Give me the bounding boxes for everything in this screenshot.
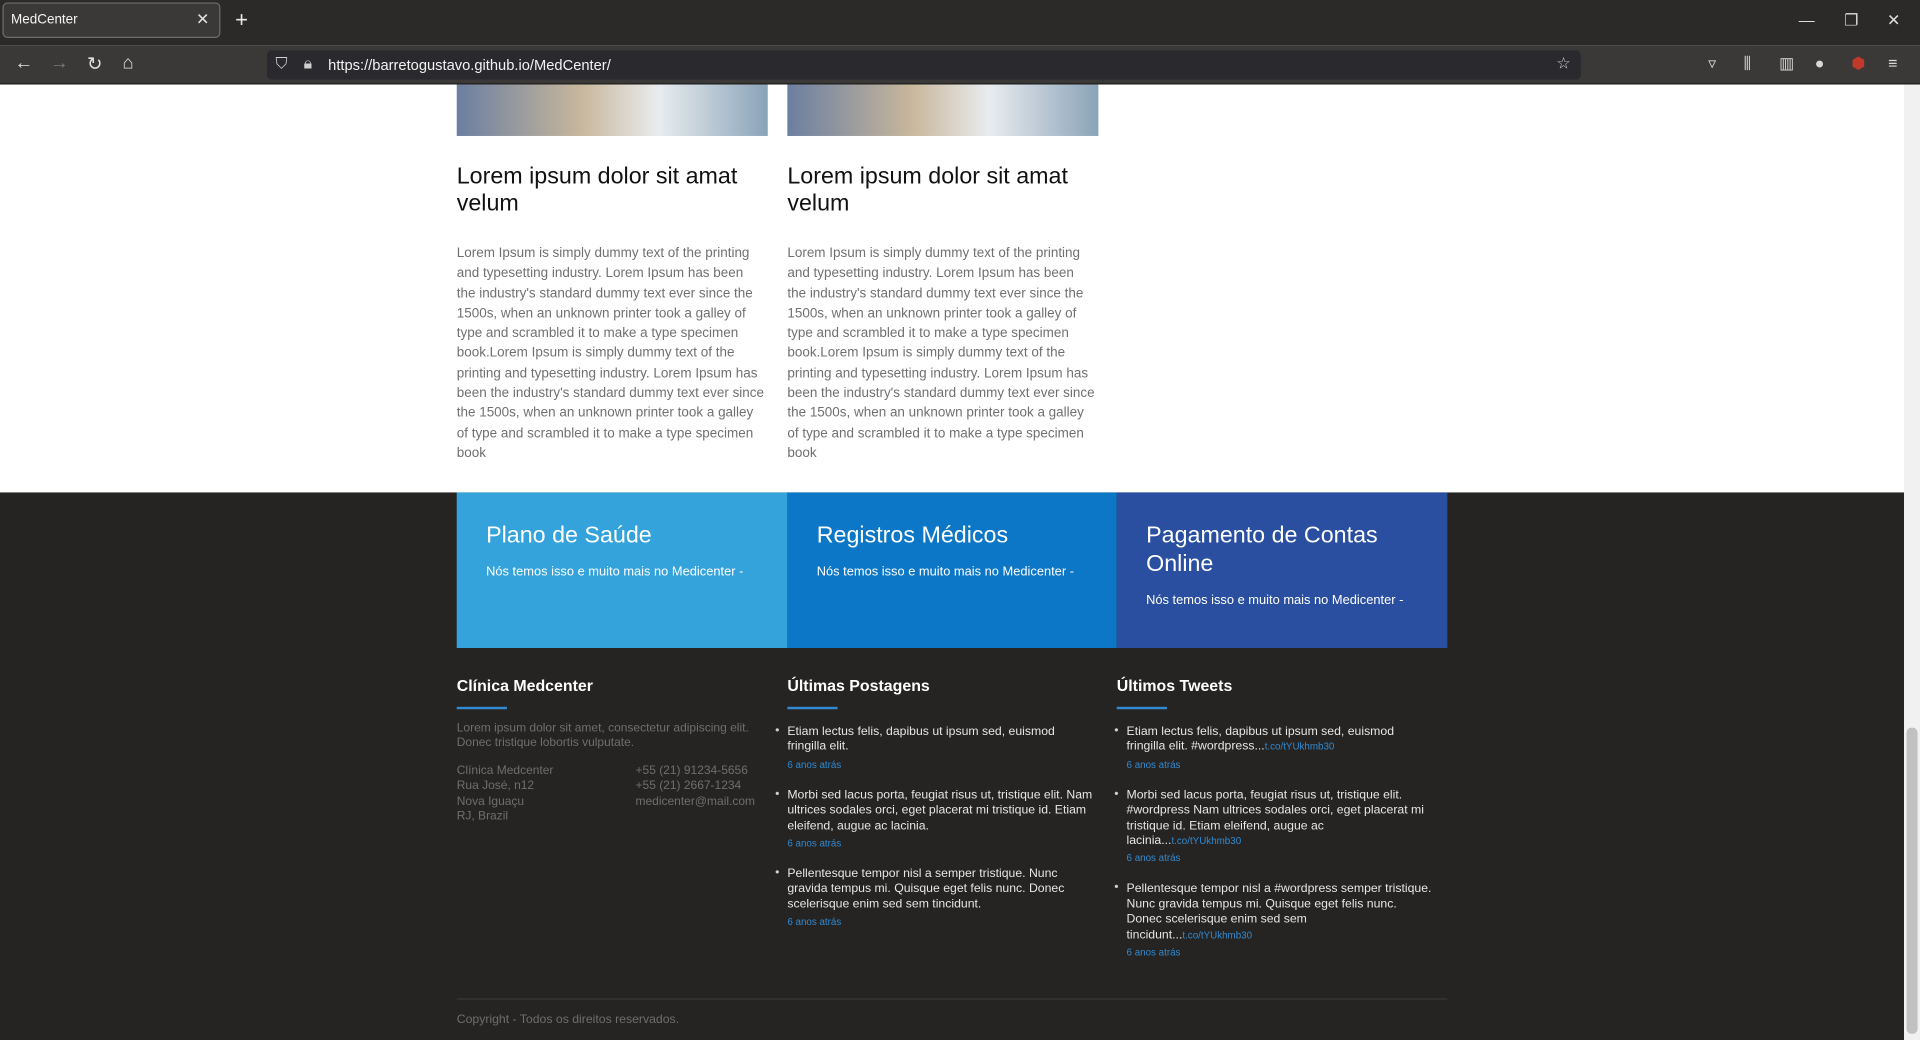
heading-underline xyxy=(1116,706,1167,710)
tweet-item: Pellentesque tempor nisl a #wordpress se… xyxy=(1114,881,1435,959)
feature-medical-records[interactable]: Registros Médicos Nós temos isso e muito… xyxy=(787,492,1117,649)
address-line: Nova Iguaçu xyxy=(456,794,525,808)
card-title: Lorem ipsum dolor sit amat velum xyxy=(787,164,1068,217)
feature-title: Registros Médicos xyxy=(816,523,1009,549)
posts-list: Etiam lectus felis, dapibus ut ipsum sed… xyxy=(775,724,1096,946)
tweet-time: 6 anos atrás xyxy=(1126,853,1181,865)
post-time: 6 anos atrás xyxy=(787,916,842,928)
address-line: Clínica Medcenter xyxy=(456,764,554,778)
feature-online-payment[interactable]: Pagamento de Contas Online Nós temos iss… xyxy=(1116,492,1448,649)
shield-icon[interactable]: ⛉ xyxy=(276,54,288,74)
posts-heading: Últimas Postagens xyxy=(787,676,930,695)
feature-title: Pagamento de Contas Online xyxy=(1146,523,1378,577)
copyright-text: Copyright - Todos os direitos reservados… xyxy=(456,1013,680,1027)
post-text[interactable]: Etiam lectus felis, dapibus ut ipsum sed… xyxy=(787,725,1096,755)
feature-health-plan[interactable]: Plano de Saúde Nós temos isso e muito ma… xyxy=(456,492,788,649)
post-item[interactable]: Morbi sed lacus porta, feugiat risus ut,… xyxy=(775,787,1096,849)
heading-underline xyxy=(787,706,838,710)
browser-titlebar: MedCenter ✕ + — ❐ ✕ xyxy=(0,0,1920,46)
tweet-item: Morbi sed lacus porta, feugiat risus ut,… xyxy=(1114,787,1435,865)
clinic-address: Clínica Medcenter Rua José, n12 Nova Igu… xyxy=(457,764,554,824)
tweet-time: 6 anos atrás xyxy=(1126,759,1181,771)
clinic-description: Lorem ipsum dolor sit amet, consectetur … xyxy=(456,721,749,750)
account-icon[interactable]: ● xyxy=(1815,54,1825,72)
forward-icon[interactable]: → xyxy=(50,53,68,74)
pocket-icon[interactable]: ▿ xyxy=(1708,54,1716,74)
reload-icon[interactable]: ↻ xyxy=(87,53,102,75)
tweet-text: Etiam lectus felis, dapibus ut ipsum sed… xyxy=(1126,725,1395,754)
address-line: Rua José, n12 xyxy=(456,779,535,793)
post-text[interactable]: Pellentesque tempor nisl a semper tristi… xyxy=(787,867,1096,913)
tab-title: MedCenter xyxy=(11,12,78,27)
tweet-text: Pellentesque tempor nisl a #wordpress se… xyxy=(1126,882,1432,942)
card-title: Lorem ipsum dolor sit amat velum xyxy=(456,164,738,217)
url-bar[interactable]: ⛉ 🔒︎ https://barretogustavo.github.io/Me… xyxy=(266,50,1581,80)
page-viewport: Lorem ipsum dolor sit amat velum Lorem I… xyxy=(0,84,1905,1040)
tweet-link[interactable]: t.co/tYUkhmb30 xyxy=(1171,835,1241,846)
post-time: 6 anos atrás xyxy=(787,759,842,771)
phone-number: +55 (21) 2667-1234 xyxy=(635,779,742,793)
tweet-link[interactable]: t.co/tYUkhmb30 xyxy=(1182,929,1252,940)
menu-icon[interactable]: ≡ xyxy=(1888,54,1897,72)
ublock-icon[interactable]: ⬢ xyxy=(1851,54,1865,74)
address-line: RJ, Brazil xyxy=(456,809,509,824)
url-text[interactable]: https://barretogustavo.github.io/MedCent… xyxy=(328,56,611,73)
page-scrollbar[interactable] xyxy=(1904,84,1920,1040)
tweets-heading: Últimos Tweets xyxy=(1116,676,1233,695)
feature-text: Nós temos isso e muito mais no Medicente… xyxy=(486,564,744,580)
card-text: Lorem Ipsum is simply dummy text of the … xyxy=(456,246,765,461)
card-text: Lorem Ipsum is simply dummy text of the … xyxy=(787,246,1095,461)
browser-tab[interactable]: MedCenter ✕ xyxy=(2,2,221,38)
card-image xyxy=(787,84,1099,136)
feature-text: Nós temos isso e muito mais no Medicente… xyxy=(816,564,1074,580)
feature-title: Plano de Saúde xyxy=(486,523,652,549)
site-footer: Plano de Saúde Nós temos isso e muito ma… xyxy=(0,492,1905,1040)
tweet-time: 6 anos atrás xyxy=(1126,946,1181,959)
post-item[interactable]: Etiam lectus felis, dapibus ut ipsum sed… xyxy=(775,724,1096,771)
phone-number: +55 (21) 91234-5656 xyxy=(635,764,748,778)
heading-underline xyxy=(456,706,507,710)
restore-icon[interactable]: ❐ xyxy=(1844,11,1858,31)
close-tab-icon[interactable]: ✕ xyxy=(196,10,209,30)
tweets-list: Etiam lectus felis, dapibus ut ipsum sed… xyxy=(1114,724,1435,976)
library-icon[interactable]: ⫼ xyxy=(1744,54,1751,74)
bookmark-star-icon[interactable]: ☆ xyxy=(1556,54,1570,74)
clinic-contact: +55 (21) 91234-5656 +55 (21) 2667-1234 m… xyxy=(636,764,756,809)
home-icon[interactable]: ⌂ xyxy=(122,53,133,74)
tweet-item: Etiam lectus felis, dapibus ut ipsum sed… xyxy=(1114,724,1435,771)
email-link[interactable]: medicenter@mail.com xyxy=(636,795,756,810)
tweet-link[interactable]: t.co/tYUkhmb30 xyxy=(1265,742,1335,753)
new-tab-icon[interactable]: + xyxy=(235,7,248,33)
card-image xyxy=(456,84,768,136)
clinic-heading: Clínica Medcenter xyxy=(456,676,593,695)
post-item[interactable]: Pellentesque tempor nisl a semper tristi… xyxy=(775,866,1096,928)
back-icon[interactable]: ← xyxy=(15,53,33,74)
minimize-icon[interactable]: — xyxy=(1799,11,1815,29)
sidebar-icon[interactable]: ▥ xyxy=(1779,54,1794,74)
post-text[interactable]: Morbi sed lacus porta, feugiat risus ut,… xyxy=(787,789,1096,835)
scrollbar-thumb[interactable] xyxy=(1906,727,1918,1034)
close-window-icon[interactable]: ✕ xyxy=(1887,11,1900,31)
feature-text: Nós temos isso e muito mais no Medicente… xyxy=(1146,592,1404,608)
lock-icon[interactable]: 🔒︎ xyxy=(304,54,312,74)
post-time: 6 anos atrás xyxy=(787,837,842,849)
footer-divider xyxy=(456,998,1448,1000)
browser-navbar: ← → ↻ ⌂ ⛉ 🔒︎ https://barretogustavo.gith… xyxy=(0,45,1920,85)
